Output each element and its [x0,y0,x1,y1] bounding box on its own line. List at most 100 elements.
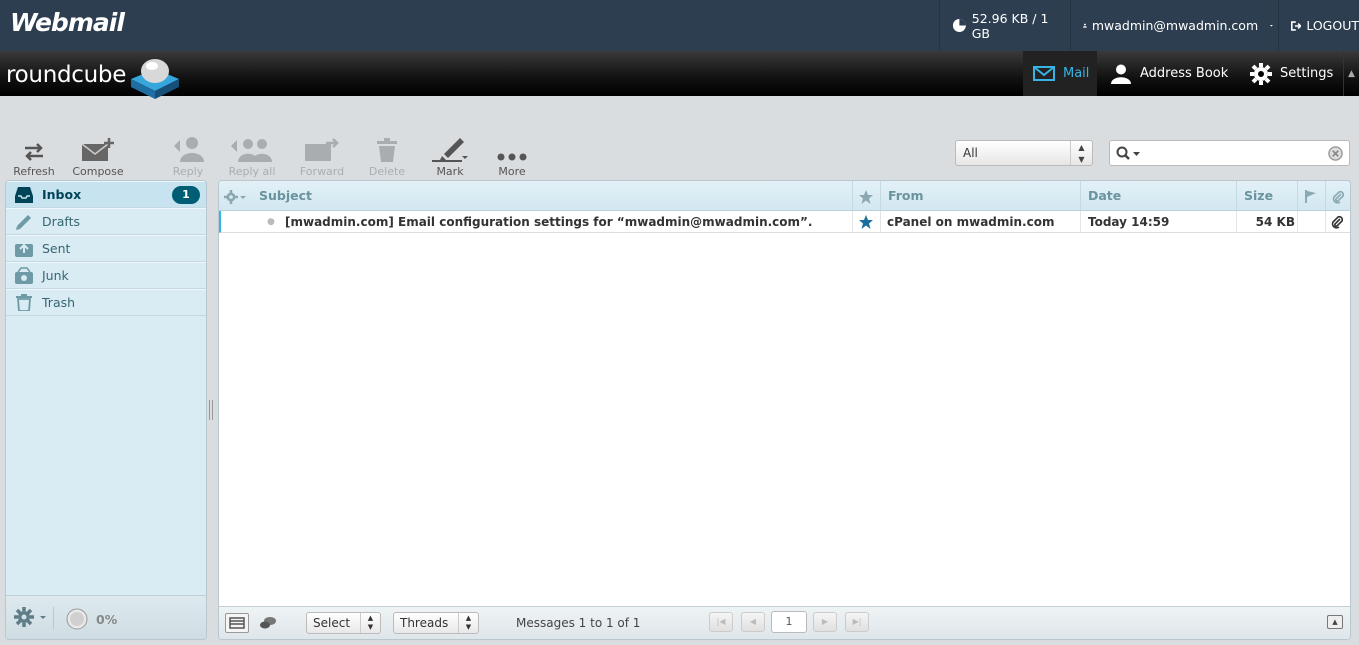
column-divider [852,211,853,233]
column-divider [1297,211,1298,233]
list-view-icon [229,617,245,629]
next-page-button[interactable]: ▶ [813,612,837,632]
search-reset-icon[interactable] [1328,146,1343,161]
user-email: mwadmin@mwadmin.com [1091,18,1259,33]
pencil-icon [16,215,31,230]
threads-view-toggle[interactable] [259,615,277,634]
flagged-star-icon[interactable] [859,211,873,233]
mail-toolbar: Refresh Compose Reply Reply all Forward … [0,96,1359,180]
gear-icon [14,607,46,627]
folder-list: Inbox 1 Drafts Sent Junk Trash 0% [5,180,207,640]
message-date: Today 14:59 [1088,215,1170,229]
folder-label: Inbox [42,187,82,202]
quota-percent: 0% [96,611,118,627]
tab-settings[interactable]: Settings [1250,51,1333,96]
message-list-header: Subject From Date Size [219,181,1350,211]
gear-icon [1250,62,1272,85]
threads-icon [260,617,276,629]
delete-button[interactable]: Delete [357,132,417,178]
compose-icon [81,138,114,161]
folder-actions-button[interactable] [14,607,54,629]
column-size[interactable]: Size [1236,181,1297,210]
more-label: More [498,165,526,178]
search-box [1109,140,1350,166]
chevron-down-icon [1270,24,1273,27]
list-options-button[interactable] [219,181,252,210]
quota-indicator: 52.96 KB / 1 GB [939,0,1069,51]
message-subject[interactable]: [mwadmin.com] Email configuration settin… [285,211,845,233]
first-page-button[interactable]: |◀ [709,612,733,632]
star-icon [859,189,873,204]
filter-select[interactable]: All ▲ ▼ [955,140,1093,166]
folder-drafts[interactable]: Drafts [6,208,206,235]
column-divider [1080,211,1081,233]
person-icon [1111,64,1131,84]
inbox-icon [15,187,33,203]
roundcube-logo[interactable]: roundcube [6,62,126,88]
tab-mail-label: Mail [1063,66,1090,81]
header-collapse-button[interactable]: ▲ [1343,51,1359,96]
more-dots-icon [497,153,527,161]
column-flag[interactable] [1297,181,1325,210]
column-flag-star[interactable] [852,181,880,210]
folder-label: Drafts [42,214,81,229]
webmail-logo[interactable]: Webmail [10,8,125,37]
list-view-toggle[interactable] [225,613,249,633]
unread-dot-icon[interactable]: ● [267,211,275,233]
cpanel-top-bar: Webmail 52.96 KB / 1 GB mwadmin@mwadmin.… [0,0,1359,51]
user-icon [1083,23,1087,28]
folder-sent[interactable]: Sent [6,235,206,262]
folder-trash[interactable]: Trash [6,289,206,316]
search-options-icon[interactable] [1116,146,1142,162]
message-row[interactable]: ● [mwadmin.com] Email configuration sett… [219,211,1350,233]
mailbox-quota: 0% [66,608,117,630]
column-date[interactable]: Date [1080,181,1236,210]
refresh-icon [25,143,43,161]
threads-menu[interactable]: Threads ▲ ▼ [393,612,479,634]
previous-page-button[interactable]: ◀ [741,612,765,632]
folder-label: Sent [42,241,71,256]
toggle-preview-icon[interactable]: ▲ [1327,615,1343,629]
column-divider [880,211,881,233]
column-attachment[interactable] [1325,181,1350,210]
flag-icon [1305,190,1316,203]
unread-count-badge: 1 [172,186,200,204]
pane-splitter[interactable] [209,400,213,420]
forward-button[interactable]: Forward [292,132,352,178]
roundcube-cube-icon [131,59,179,99]
tab-mail[interactable]: Mail [1023,51,1097,96]
tab-address-book[interactable]: Address Book [1110,51,1228,96]
last-page-button[interactable]: ▶| [845,612,869,632]
junk-icon [15,267,33,284]
folder-inbox[interactable]: Inbox 1 [6,181,206,208]
refresh-button[interactable]: Refresh [4,132,64,178]
reply-icon [174,137,204,162]
reply-all-button[interactable]: Reply all [222,132,282,178]
folder-junk[interactable]: Junk [6,262,206,289]
more-button[interactable]: More [482,132,542,178]
column-from[interactable]: From [880,181,1080,210]
page-number-input[interactable]: 1 [771,611,807,633]
logout-icon [1291,20,1302,31]
refresh-label: Refresh [13,165,55,178]
message-list: Subject From Date Size ● [mwadmin.com] E… [218,180,1351,640]
column-subject[interactable]: Subject [252,181,852,210]
quota-pie-icon [66,608,88,630]
mark-button[interactable]: Mark [420,132,480,178]
select-menu[interactable]: Select ▲ ▼ [306,612,381,634]
logout-button[interactable]: LOGOUT [1278,0,1359,51]
threads-menu-label: Threads [400,616,449,630]
gear-icon [224,189,246,204]
message-from[interactable]: cPanel on mwadmin.com [887,211,1077,233]
folder-label: Junk [42,268,69,283]
select-menu-label: Select [313,616,351,630]
search-input[interactable] [1146,144,1326,162]
reply-label: Reply [172,165,204,178]
reply-all-label: Reply all [228,165,276,178]
compose-button[interactable]: Compose [68,132,128,178]
message-size: 54 KB [1255,215,1295,229]
select-arrows-icon: ▲ ▼ [458,613,478,633]
select-arrows-icon: ▲ ▼ [360,613,380,633]
user-menu[interactable]: mwadmin@mwadmin.com [1070,0,1278,51]
reply-button[interactable]: Reply [158,132,218,178]
